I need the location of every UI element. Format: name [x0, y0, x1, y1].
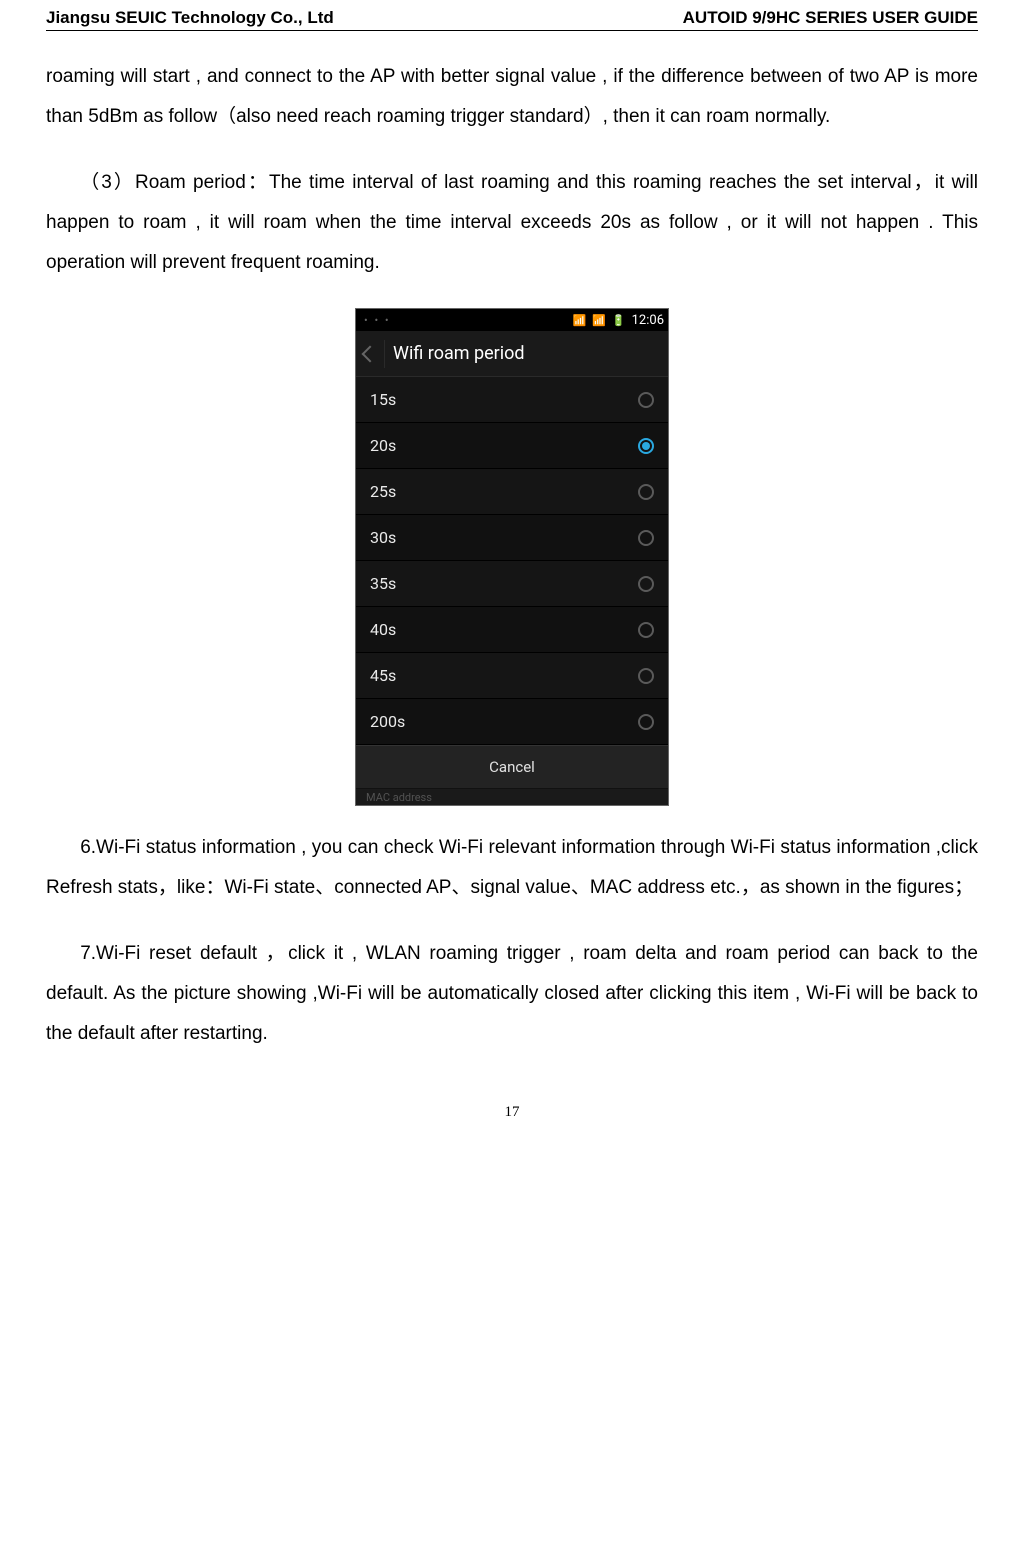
- titlebar-divider: [384, 340, 385, 368]
- radio-icon[interactable]: [638, 438, 654, 454]
- option-label: 15s: [370, 390, 396, 409]
- radio-icon[interactable]: [638, 484, 654, 500]
- option-row-200s[interactable]: 200s: [356, 699, 668, 745]
- option-row-35s[interactable]: 35s: [356, 561, 668, 607]
- cancel-button[interactable]: Cancel: [356, 745, 668, 789]
- option-row-15s[interactable]: 15s: [356, 377, 668, 423]
- page-number: 17: [46, 1104, 978, 1121]
- header-left: Jiangsu SEUIC Technology Co., Ltd: [46, 8, 334, 28]
- option-label: 200s: [370, 712, 405, 731]
- option-label: 35s: [370, 574, 396, 593]
- phone-frame: • • • 📶 📶 🔋 12:06 Wifi roam period 15s 2…: [355, 308, 669, 806]
- signal-icon: 📶: [573, 314, 587, 327]
- option-row-30s[interactable]: 30s: [356, 515, 668, 561]
- option-row-45s[interactable]: 45s: [356, 653, 668, 699]
- embedded-screenshot: • • • 📶 📶 🔋 12:06 Wifi roam period 15s 2…: [46, 308, 978, 806]
- radio-icon[interactable]: [638, 576, 654, 592]
- option-label: 45s: [370, 666, 396, 685]
- status-bar: • • • 📶 📶 🔋 12:06: [356, 309, 668, 331]
- option-label: 25s: [370, 482, 396, 501]
- battery-icon: 🔋: [612, 314, 626, 327]
- wifi-icon: 📶: [592, 314, 606, 327]
- option-label: 30s: [370, 528, 396, 547]
- paragraph-wifi-status: 6.Wi-Fi status information , you can che…: [46, 828, 978, 908]
- doc-header: Jiangsu SEUIC Technology Co., Ltd AUTOID…: [46, 8, 978, 31]
- radio-icon[interactable]: [638, 622, 654, 638]
- statusbar-left-dots: • • •: [360, 314, 391, 327]
- paragraph-roaming-diff: roaming will start , and connect to the …: [46, 57, 978, 137]
- option-label: 20s: [370, 436, 396, 455]
- option-row-25s[interactable]: 25s: [356, 469, 668, 515]
- radio-icon[interactable]: [638, 392, 654, 408]
- radio-icon[interactable]: [638, 668, 654, 684]
- option-list: 15s 20s 25s 30s 35s: [356, 377, 668, 745]
- option-row-20s[interactable]: 20s: [356, 423, 668, 469]
- dialog-titlebar: Wifi roam period: [356, 331, 668, 377]
- radio-icon[interactable]: [638, 714, 654, 730]
- statusbar-clock: 12:06: [632, 313, 664, 328]
- paragraph-roam-period: （3）Roam period：The time interval of last…: [46, 163, 978, 283]
- footer-hint: MAC address: [356, 789, 668, 805]
- option-label: 40s: [370, 620, 396, 639]
- option-row-40s[interactable]: 40s: [356, 607, 668, 653]
- radio-icon[interactable]: [638, 530, 654, 546]
- paragraph-wifi-reset: 7.Wi-Fi reset default ，click it , WLAN r…: [46, 934, 978, 1054]
- header-right: AUTOID 9/9HC SERIES USER GUIDE: [683, 8, 978, 28]
- dialog-title: Wifi roam period: [393, 343, 525, 364]
- back-icon[interactable]: [362, 345, 379, 362]
